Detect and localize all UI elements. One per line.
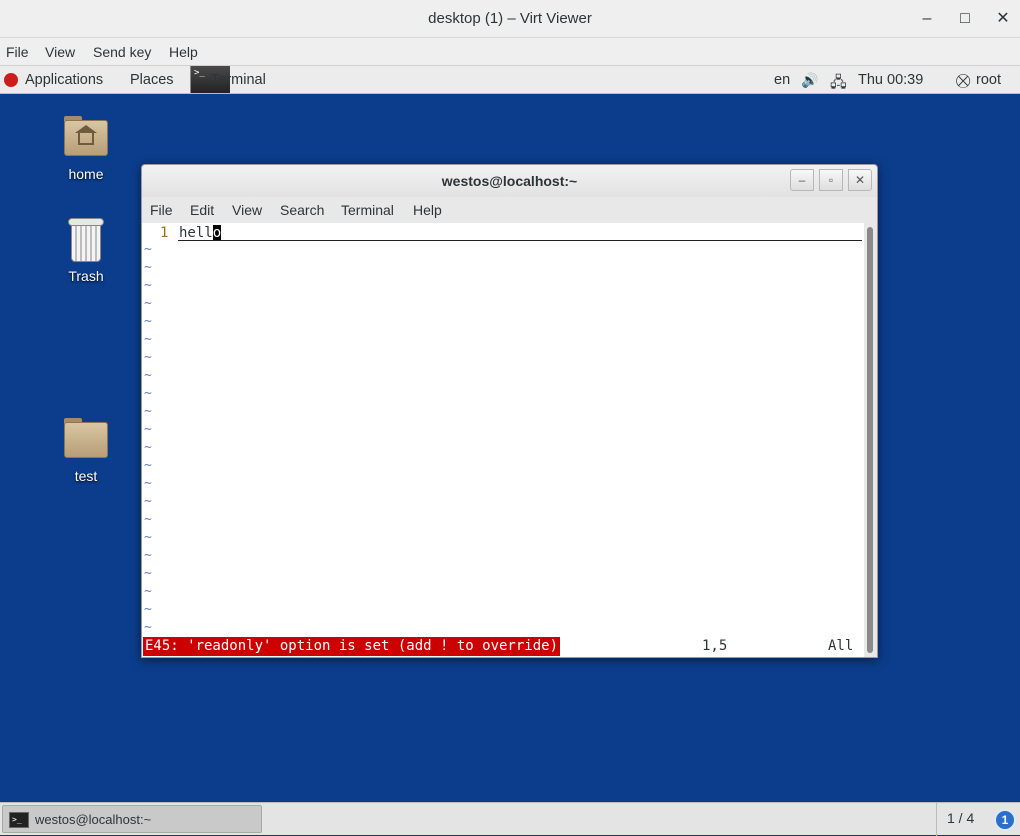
terminal-menu-view[interactable]: View (232, 202, 262, 218)
desktop-icon-label: test (74, 468, 98, 484)
terminal-menubar: File Edit View Search Terminal Help (142, 197, 877, 223)
empty-line-marker: ~ (144, 602, 152, 617)
empty-line-marker: ~ (144, 530, 152, 545)
empty-line-marker: ~ (144, 494, 152, 509)
empty-line-marker: ~ (144, 566, 152, 581)
viewer-menubar: File View Send key Help (0, 38, 1020, 66)
empty-line-marker: ~ (144, 548, 152, 563)
empty-line-marker: ~ (144, 458, 152, 473)
taskbar-window-label: westos@localhost:~ (35, 812, 152, 827)
terminal-menu-search[interactable]: Search (280, 202, 324, 218)
terminal-window: westos@localhost:~ ‒ ▫ ✕ File Edit View … (141, 164, 878, 658)
redhat-logo-icon (4, 73, 18, 87)
viewer-title: desktop (1) – Virt Viewer (428, 10, 592, 27)
terminal-close-button[interactable]: ✕ (848, 169, 872, 191)
empty-line-marker: ~ (144, 332, 152, 347)
clock[interactable]: Thu 00:39 (858, 72, 923, 88)
empty-line-marker: ~ (144, 242, 152, 257)
empty-line-marker: ~ (144, 368, 152, 383)
cursorline-underline (178, 240, 862, 241)
home-folder-icon (64, 116, 108, 156)
desktop-icon-test[interactable]: test (46, 418, 126, 484)
empty-line-marker: ~ (144, 512, 152, 527)
terminal-menu-help[interactable]: Help (413, 202, 442, 218)
divider (936, 803, 937, 836)
empty-line-marker: ~ (144, 314, 152, 329)
desktop-icon-home[interactable]: home (46, 116, 126, 182)
empty-line-marker: ~ (144, 404, 152, 419)
terminal-content[interactable]: 1 hello ~ ~ ~ ~ ~ ~ ~ ~ ~ ~ ~ ~ ~ ~ ~ ~ … (142, 223, 864, 657)
text-cursor: o (212, 225, 222, 241)
user-icon: ⛒ (956, 72, 971, 88)
viewer-menu-view[interactable]: View (45, 44, 75, 60)
terminal-menu-file[interactable]: File (150, 202, 173, 218)
terminal-scrollbar[interactable] (864, 223, 877, 657)
empty-line-marker: ~ (144, 476, 152, 491)
vim-error-message: E45: 'readonly' option is set (add ! to … (143, 637, 561, 656)
language-indicator[interactable]: en (774, 72, 790, 88)
folder-icon (64, 418, 108, 458)
bottom-taskbar: >_ westos@localhost:~ 1 / 4 1 (0, 802, 1020, 836)
terminal-icon: >_ (9, 812, 29, 828)
notification-badge[interactable]: 1 (994, 809, 1016, 831)
applications-menu[interactable]: Applications (25, 72, 103, 88)
volume-icon[interactable]: 🔊 (801, 72, 818, 89)
viewer-close-button[interactable]: ✕ (992, 8, 1014, 30)
terminal-menu-terminal[interactable]: Terminal (341, 202, 394, 218)
taskbar-window-button[interactable]: >_ westos@localhost:~ (2, 805, 262, 833)
terminal-prompt-icon: >_ (194, 68, 205, 78)
empty-line-marker: ~ (144, 422, 152, 437)
terminal-maximize-button[interactable]: ▫ (819, 169, 843, 191)
buffer-line: hello (179, 225, 222, 241)
viewer-titlebar: desktop (1) – Virt Viewer – □ ✕ (0, 0, 1020, 38)
scrollbar-thumb[interactable] (867, 227, 873, 653)
vim-scroll-indicator: All (828, 638, 854, 654)
empty-line-marker: ~ (144, 440, 152, 455)
workspace-indicator[interactable]: 1 / 4 (947, 810, 974, 826)
empty-line-marker: ~ (144, 260, 152, 275)
line-number: 1 (160, 225, 169, 241)
terminal-titlebar[interactable]: westos@localhost:~ ‒ ▫ ✕ (142, 165, 877, 197)
buffer-text: hell (179, 225, 213, 241)
desktop-icon-label: Trash (68, 268, 104, 284)
desktop-icon-trash[interactable]: Trash (46, 218, 126, 284)
empty-line-marker: ~ (144, 296, 152, 311)
gnome-top-panel: Applications Places >_ Terminal en 🔊 🖧 T… (0, 66, 1020, 94)
empty-line-marker: ~ (144, 350, 152, 365)
viewer-maximize-button[interactable]: □ (954, 8, 976, 30)
desktop-icon-label: home (68, 166, 104, 182)
trash-icon (68, 218, 104, 262)
terminal-minimize-button[interactable]: ‒ (790, 169, 814, 191)
terminal-app-menu[interactable]: Terminal (211, 72, 266, 88)
terminal-title: westos@localhost:~ (441, 173, 578, 189)
places-menu[interactable]: Places (130, 72, 174, 88)
terminal-menu-edit[interactable]: Edit (190, 202, 214, 218)
network-icon[interactable]: 🖧 (830, 72, 847, 97)
viewer-menu-file[interactable]: File (6, 44, 29, 60)
user-menu[interactable]: root (976, 72, 1001, 88)
empty-line-marker: ~ (144, 584, 152, 599)
viewer-menu-send-key[interactable]: Send key (93, 44, 151, 60)
empty-line-marker: ~ (144, 278, 152, 293)
empty-line-marker: ~ (144, 620, 152, 635)
viewer-minimize-button[interactable]: – (916, 8, 938, 30)
vim-cursor-position: 1,5 (702, 638, 728, 654)
empty-line-marker: ~ (144, 386, 152, 401)
viewer-menu-help[interactable]: Help (169, 44, 198, 60)
